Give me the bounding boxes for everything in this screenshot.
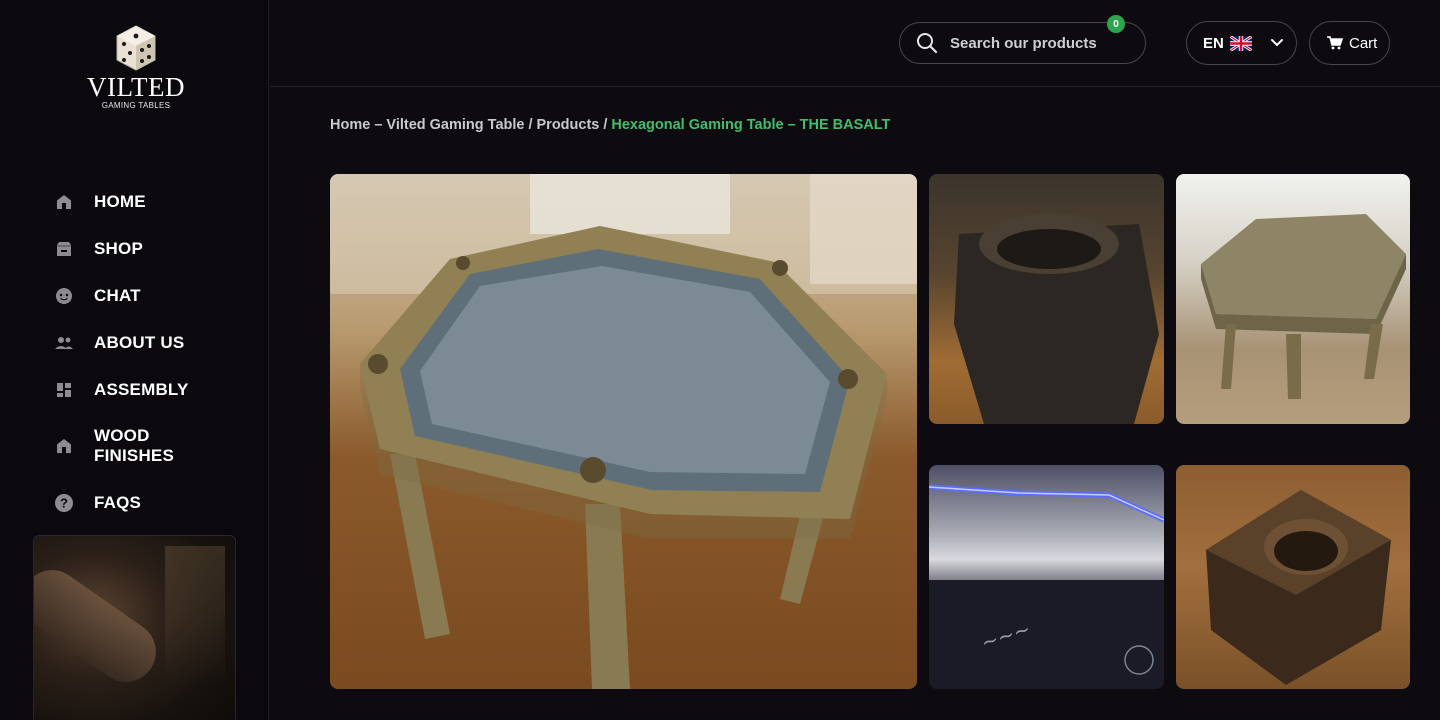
nav-item-faqs[interactable]: ? FAQS <box>0 479 269 526</box>
main-nav: HOME SHOP CHAT ABOUT US ASSEMBLY WOOD FI… <box>0 178 269 526</box>
cart-button[interactable]: Cart <box>1309 21 1390 65</box>
shop-icon <box>54 239 74 259</box>
breadcrumb-home[interactable]: Home – Vilted Gaming Table <box>330 117 524 133</box>
nav-label-wood-finishes: WOOD FINISHES <box>94 426 175 465</box>
nav-label-home: HOME <box>94 191 146 211</box>
product-thumbnail-1[interactable] <box>929 174 1164 424</box>
breadcrumb-separator: / <box>603 117 608 133</box>
nav-label-assembly: ASSEMBLY <box>94 379 189 399</box>
svg-text:?: ? <box>60 495 68 510</box>
home-icon <box>54 436 74 456</box>
brand-tagline: GAMING TABLES <box>101 101 171 110</box>
sidebar: VILTED GAMING TABLES HOME SHOP CHAT ABOU… <box>0 0 269 720</box>
nav-item-wood-finishes[interactable]: WOOD FINISHES <box>0 413 269 479</box>
nav-label-faqs: FAQS <box>94 492 142 512</box>
product-thumbnail-4[interactable] <box>1176 465 1410 689</box>
logo[interactable]: VILTED GAMING TABLES <box>84 24 188 110</box>
cart-count-badge: 0 <box>1107 15 1125 33</box>
nav-label-shop: SHOP <box>94 238 143 258</box>
cart-label: Cart <box>1349 34 1378 52</box>
top-header: EN Cart <box>270 0 1440 87</box>
search-icon <box>917 33 938 54</box>
nav-item-about-us[interactable]: ABOUT US <box>0 319 269 366</box>
breadcrumb-separator: / <box>528 117 533 133</box>
chat-icon <box>54 286 74 306</box>
home-icon <box>54 192 74 212</box>
main-product-image[interactable] <box>330 174 917 689</box>
nav-item-assembly[interactable]: ASSEMBLY <box>0 366 269 413</box>
chevron-down-icon <box>1270 39 1283 47</box>
nav-item-home[interactable]: HOME <box>0 178 269 225</box>
nav-item-shop[interactable]: SHOP <box>0 225 269 272</box>
uk-flag-icon <box>1229 35 1252 51</box>
help-icon: ? <box>54 493 74 513</box>
language-selector[interactable]: EN <box>1186 21 1297 65</box>
promo-image[interactable] <box>33 535 236 720</box>
brand-name: VILTED <box>87 72 185 102</box>
product-thumbnail-3[interactable]: ~~~ <box>929 465 1164 689</box>
cart-icon <box>1327 36 1343 50</box>
nav-label-chat: CHAT <box>94 285 141 305</box>
nav-item-chat[interactable]: CHAT <box>0 272 269 319</box>
breadcrumb: Home – Vilted Gaming Table / Products / … <box>330 117 890 133</box>
dice-icon <box>116 25 156 71</box>
search-input[interactable] <box>950 34 1130 52</box>
breadcrumb-current: Hexagonal Gaming Table – THE BASALT <box>611 117 891 133</box>
language-code: EN <box>1203 34 1224 52</box>
dashboard-icon <box>54 380 74 400</box>
people-icon <box>54 333 74 353</box>
nav-label-about-us: ABOUT US <box>94 332 185 352</box>
product-thumbnail-2[interactable] <box>1176 174 1410 424</box>
breadcrumb-products[interactable]: Products <box>537 117 600 133</box>
